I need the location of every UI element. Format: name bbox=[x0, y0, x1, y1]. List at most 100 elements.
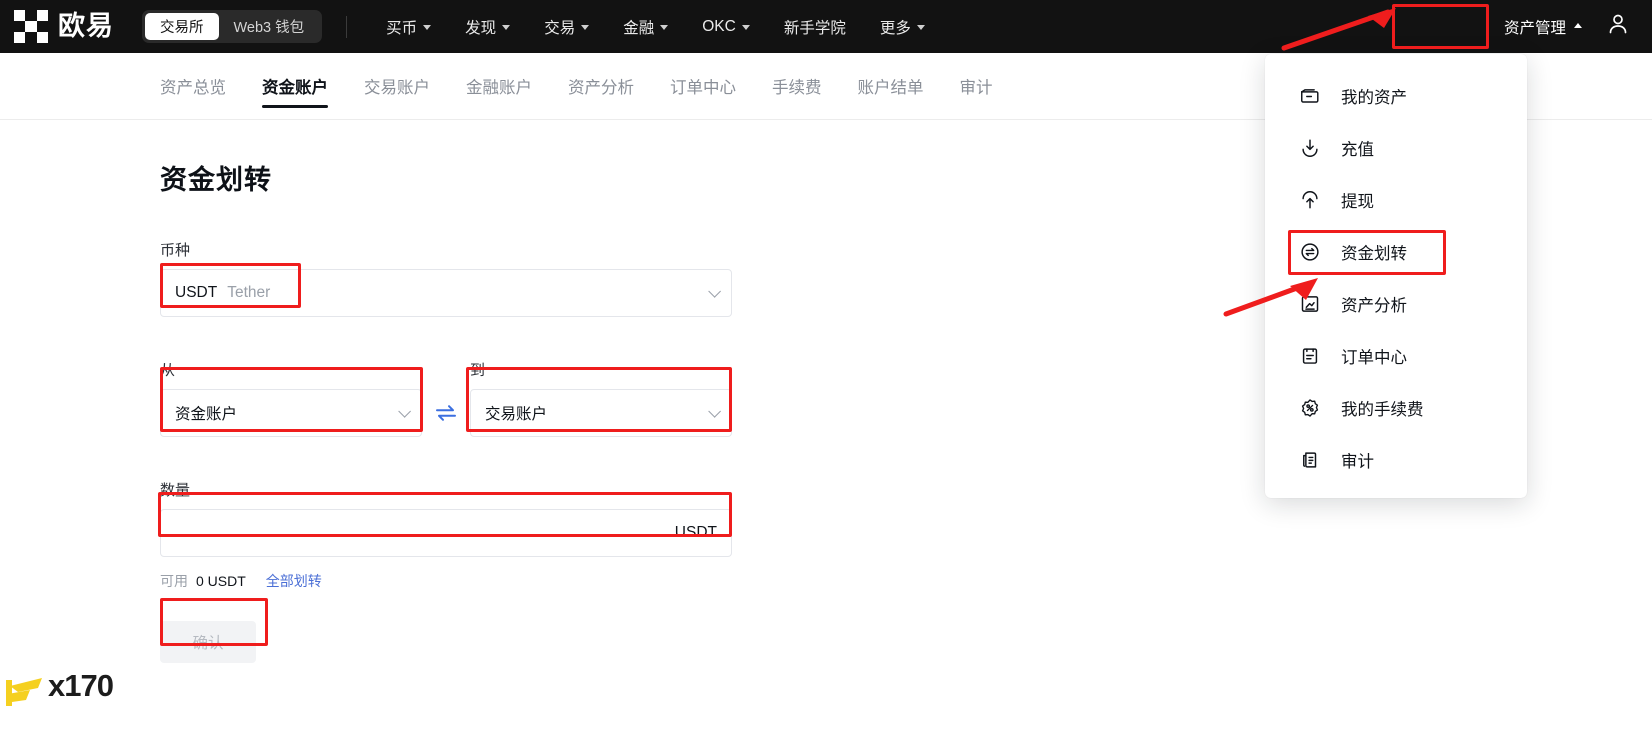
segment-web3-wallet[interactable]: Web3 钱包 bbox=[219, 13, 320, 40]
nav-label: 交易 bbox=[544, 19, 576, 37]
amount-input-wrapper[interactable]: USDT bbox=[160, 509, 732, 557]
dropdown-item-label: 订单中心 bbox=[1341, 349, 1407, 367]
amount-label: 数量 bbox=[160, 482, 191, 499]
from-label: 从 bbox=[160, 362, 176, 379]
to-account-select[interactable]: 交易账户 bbox=[470, 389, 732, 437]
to-column: 到 交易账户 bbox=[470, 317, 732, 437]
withdraw-arrow-up-icon bbox=[1297, 187, 1323, 213]
available-label: 可用 bbox=[160, 573, 188, 589]
tab-account-statement[interactable]: 账户结单 bbox=[858, 53, 924, 120]
dropdown-item-label: 充值 bbox=[1341, 141, 1374, 159]
deposit-arrow-down-icon bbox=[1297, 135, 1323, 161]
page-title: 资金划转 bbox=[160, 165, 272, 195]
chevron-down-icon bbox=[423, 25, 432, 30]
currency-label: 币种 bbox=[160, 242, 191, 259]
chevron-down-icon bbox=[708, 284, 721, 298]
to-account-value: 交易账户 bbox=[485, 406, 548, 423]
dropdown-item-label: 提现 bbox=[1341, 193, 1374, 211]
chevron-up-icon bbox=[1574, 23, 1582, 28]
nav-item-academy[interactable]: 新手学院 bbox=[767, 16, 863, 38]
nav-label: 新手学院 bbox=[783, 19, 846, 37]
chevron-down-icon bbox=[581, 25, 590, 30]
analysis-chart-icon bbox=[1297, 291, 1323, 317]
watermark-text: x170 bbox=[48, 668, 114, 703]
app-root: 欧易 交易所 Web3 钱包 买币 发现 交易 金融 OKC 新手学院 更多 资… bbox=[0, 0, 1652, 739]
confirm-button[interactable]: 确认 bbox=[160, 621, 256, 663]
tab-funding-account[interactable]: 资金账户 bbox=[262, 53, 328, 120]
brand-name: 欧易 bbox=[58, 11, 114, 41]
nav-label: 买币 bbox=[386, 19, 418, 37]
tab-finance-account[interactable]: 金融账户 bbox=[466, 53, 532, 120]
user-avatar-icon[interactable] bbox=[1606, 12, 1630, 41]
tab-audit[interactable]: 审计 bbox=[960, 53, 993, 120]
currency-select[interactable]: USDT Tether bbox=[160, 269, 732, 317]
nav-item-trade[interactable]: 交易 bbox=[527, 16, 606, 38]
nav-label: 金融 bbox=[623, 19, 655, 37]
dropdown-item-order-center[interactable]: 订单中心 bbox=[1265, 330, 1527, 382]
wallet-icon bbox=[1297, 83, 1323, 109]
chevron-down-icon bbox=[660, 25, 669, 30]
nav-item-finance[interactable]: 金融 bbox=[606, 16, 685, 38]
chevron-down-icon bbox=[916, 25, 925, 30]
from-column: 从 资金账户 bbox=[160, 317, 422, 437]
chevron-down-icon bbox=[502, 25, 511, 30]
from-account-value: 资金账户 bbox=[175, 406, 238, 423]
segment-exchange[interactable]: 交易所 bbox=[145, 13, 219, 40]
nav-label: 更多 bbox=[879, 19, 911, 37]
dropdown-item-my-assets[interactable]: 我的资产 bbox=[1265, 70, 1527, 122]
fx-logo-icon bbox=[6, 678, 42, 706]
product-switcher: 交易所 Web3 钱包 bbox=[142, 10, 323, 43]
nav-item-more[interactable]: 更多 bbox=[863, 16, 942, 38]
dropdown-item-label: 资产分析 bbox=[1341, 297, 1407, 315]
currency-value: USDT bbox=[175, 284, 218, 301]
chevron-down-icon bbox=[398, 404, 411, 418]
dropdown-item-asset-analysis[interactable]: 资产分析 bbox=[1265, 278, 1527, 330]
top-navigation-bar: 欧易 交易所 Web3 钱包 买币 发现 交易 金融 OKC 新手学院 更多 资… bbox=[0, 0, 1652, 53]
tab-order-center[interactable]: 订单中心 bbox=[670, 53, 736, 120]
tab-fees[interactable]: 手续费 bbox=[772, 53, 822, 120]
audit-document-icon bbox=[1297, 447, 1323, 473]
dropdown-item-deposit[interactable]: 充值 bbox=[1265, 122, 1527, 174]
amount-unit: USDT bbox=[674, 524, 717, 541]
main-nav: 买币 发现 交易 金融 OKC 新手学院 更多 bbox=[369, 16, 942, 38]
chevron-down-icon bbox=[708, 404, 721, 418]
tab-asset-overview[interactable]: 资产总览 bbox=[160, 53, 226, 120]
nav-item-discover[interactable]: 发现 bbox=[448, 16, 527, 38]
asset-management-button[interactable]: 资产管理 bbox=[1490, 16, 1596, 38]
from-account-select[interactable]: 资金账户 bbox=[160, 389, 422, 437]
dropdown-item-audit[interactable]: 审计 bbox=[1265, 434, 1527, 486]
chevron-down-icon bbox=[741, 25, 750, 30]
nav-label: 发现 bbox=[465, 19, 497, 37]
asset-management-label: 资产管理 bbox=[1503, 19, 1566, 37]
to-label: 到 bbox=[470, 362, 486, 379]
dropdown-item-label: 我的资产 bbox=[1341, 89, 1407, 107]
available-balance-row: 可用 0 USDT 全部划转 bbox=[160, 571, 732, 591]
transfer-form: 资金划转 币种 USDT Tether 从 资金账户 到 交易账户 数量 USD… bbox=[160, 120, 732, 663]
asset-management-dropdown: 我的资产 充值 提现 资金划转 资产分析 订单中心 我的手续费 审计 bbox=[1265, 54, 1527, 498]
dropdown-item-label: 我的手续费 bbox=[1341, 401, 1424, 419]
fee-badge-percent-icon bbox=[1297, 395, 1323, 421]
watermark: x170 bbox=[4, 664, 114, 708]
available-value: 0 USDT bbox=[196, 573, 246, 589]
okx-logo-icon bbox=[14, 9, 48, 44]
transfer-all-link[interactable]: 全部划转 bbox=[266, 571, 322, 591]
dropdown-item-my-fees[interactable]: 我的手续费 bbox=[1265, 382, 1527, 434]
dropdown-item-label: 审计 bbox=[1341, 453, 1374, 471]
nav-label: OKC bbox=[702, 17, 736, 35]
order-clipboard-icon bbox=[1297, 343, 1323, 369]
brand-logo[interactable]: 欧易 bbox=[14, 9, 114, 44]
nav-item-okc[interactable]: OKC bbox=[685, 18, 767, 36]
tab-trading-account[interactable]: 交易账户 bbox=[364, 53, 430, 120]
nav-item-buy-crypto[interactable]: 买币 bbox=[369, 16, 448, 38]
transfer-circle-icon bbox=[1297, 239, 1323, 265]
dropdown-item-withdraw[interactable]: 提现 bbox=[1265, 174, 1527, 226]
from-to-row: 从 资金账户 到 交易账户 bbox=[160, 317, 732, 437]
top-right-actions: 资产管理 bbox=[1490, 0, 1652, 53]
swap-arrows-icon bbox=[436, 405, 456, 421]
currency-value-sub: Tether bbox=[227, 284, 271, 301]
dropdown-item-label: 资金划转 bbox=[1341, 245, 1407, 263]
tab-asset-analysis[interactable]: 资产分析 bbox=[568, 53, 634, 120]
nav-divider bbox=[346, 15, 348, 38]
dropdown-item-transfer[interactable]: 资金划转 bbox=[1265, 226, 1527, 278]
swap-direction-button[interactable] bbox=[422, 389, 470, 437]
